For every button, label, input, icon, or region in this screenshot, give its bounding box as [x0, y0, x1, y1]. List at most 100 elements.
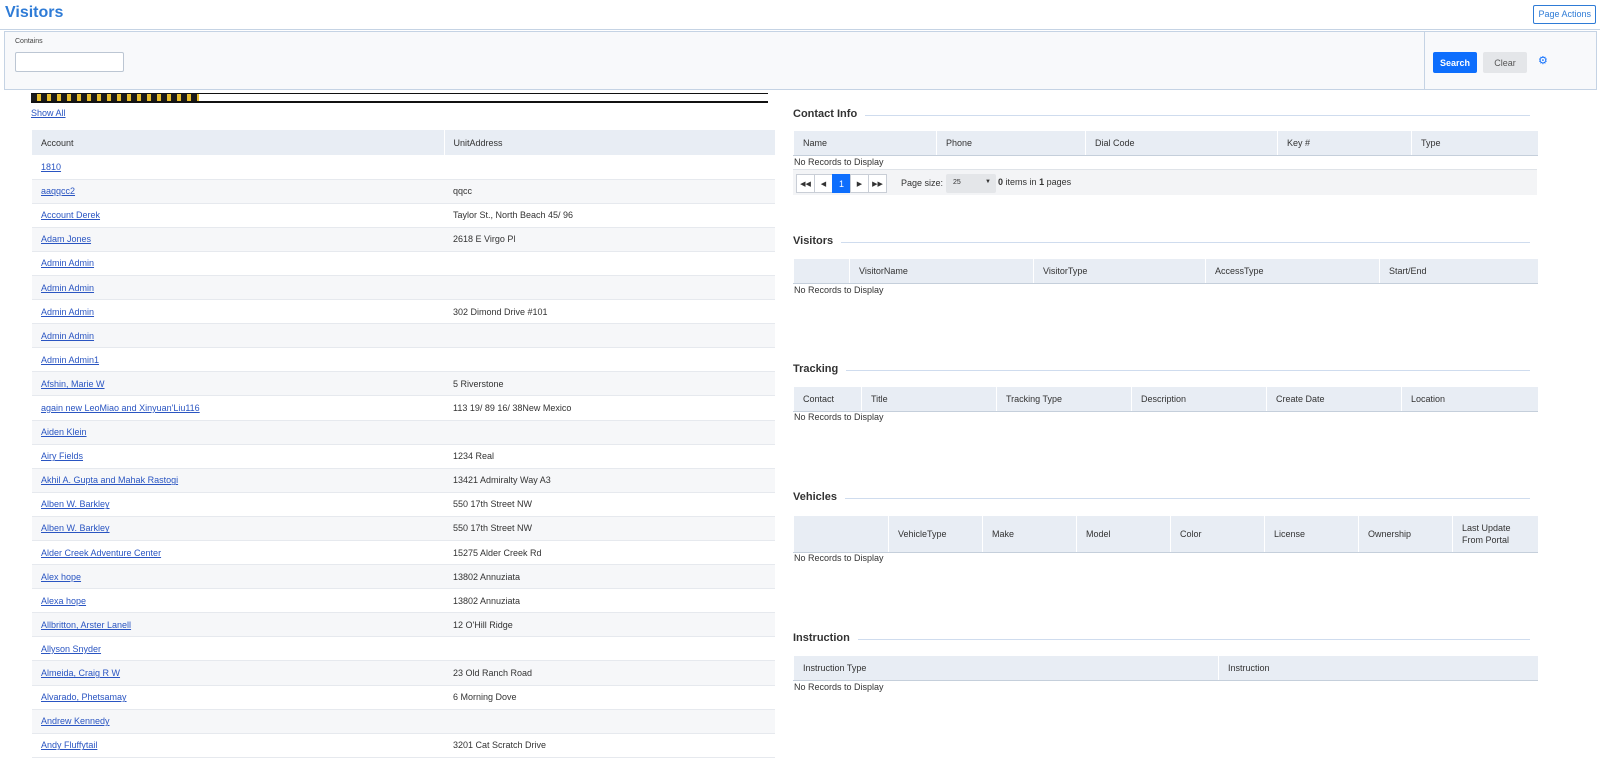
contains-input[interactable] [15, 52, 124, 72]
account-link[interactable]: Adam Jones [41, 234, 91, 244]
page-size-label: Page size: [901, 178, 944, 188]
account-link[interactable]: Alder Creek Adventure Center [41, 548, 161, 558]
column-header-ownership[interactable]: Ownership [1358, 516, 1453, 553]
next-page-icon[interactable]: ▶ [850, 174, 869, 193]
gear-icon[interactable]: ⚙ [1538, 54, 1548, 67]
account-cell: Alvarado, Phetsamay [32, 685, 444, 710]
account-link[interactable]: Andy Fluffytail [41, 740, 97, 750]
account-link[interactable]: Alben W. Barkley [41, 523, 110, 533]
column-header-license[interactable]: License [1264, 516, 1359, 553]
table-row: Admin Admin [32, 251, 775, 276]
account-cell: Alexa hope [32, 588, 444, 614]
section-rule [793, 370, 1530, 371]
table-row: Account Derek Taylor St., North Beach 45/… [32, 203, 775, 228]
column-header-title[interactable]: Title [861, 387, 997, 412]
page-actions-button[interactable]: Page Actions [1533, 5, 1596, 24]
column-header-description[interactable]: Description [1131, 387, 1267, 412]
page-size-select[interactable]: 25 ▼ [946, 174, 996, 193]
unit-address-cell: 6 Morning Dove [444, 685, 775, 710]
account-link[interactable]: 1810 [41, 162, 61, 172]
column-header-instruction[interactable]: Instruction [1218, 656, 1538, 681]
account-cell: Allyson Snyder [32, 636, 444, 662]
unit-address-cell [444, 709, 775, 734]
prev-page-icon[interactable]: ◀ [814, 174, 833, 193]
column-header-access-type[interactable]: AccessType [1205, 259, 1380, 284]
account-link[interactable]: Allbritton, Arster Lanell [41, 620, 131, 630]
unit-address-cell [444, 275, 775, 301]
section-rule [793, 639, 1530, 640]
column-header-start-end[interactable]: Start/End [1379, 259, 1538, 284]
column-header-vehicle-type[interactable]: VehicleType [888, 516, 983, 553]
account-link[interactable]: Aiden Klein [41, 427, 87, 437]
column-header-model[interactable]: Model [1076, 516, 1171, 553]
show-all-link[interactable]: Show All [31, 108, 66, 118]
account-link[interactable]: Allyson Snyder [41, 644, 101, 654]
unit-address-cell: 12 O'Hill Ridge [444, 612, 775, 638]
account-link[interactable]: Akhil A. Gupta and Mahak Rastogi [41, 475, 178, 485]
first-page-icon[interactable]: ◀◀ [796, 174, 815, 193]
column-header-dial-code[interactable]: Dial Code [1085, 131, 1278, 156]
column-header-last-update[interactable]: Last Update From Portal [1452, 516, 1538, 553]
column-header-instruction-type[interactable]: Instruction Type [793, 656, 1219, 681]
account-link[interactable]: Admin Admin [41, 307, 94, 317]
unit-address-cell [444, 636, 775, 662]
no-records-text: No Records to Display [794, 553, 884, 563]
account-link[interactable]: Airy Fields [41, 451, 83, 461]
column-header-select[interactable] [793, 259, 850, 284]
column-header-tracking-type[interactable]: Tracking Type [996, 387, 1132, 412]
column-header-make[interactable]: Make [982, 516, 1077, 553]
account-link[interactable]: Andrew Kennedy [41, 716, 110, 726]
account-cell: Admin Admin [32, 299, 444, 325]
chevron-down-icon: ▼ [985, 179, 991, 185]
unit-address-cell: 13802 Annuziata [444, 588, 775, 614]
account-link[interactable]: Alben W. Barkley [41, 499, 110, 509]
unit-address-cell: 5 Riverstone [444, 371, 775, 397]
section-rule [793, 115, 1530, 116]
last-page-icon[interactable]: ▶▶ [868, 174, 887, 193]
search-button[interactable]: Search [1433, 52, 1477, 73]
account-link[interactable]: Admin Admin [41, 283, 94, 293]
column-header-color[interactable]: Color [1170, 516, 1265, 553]
account-link[interactable]: Account Derek [41, 210, 100, 220]
column-header-create-date[interactable]: Create Date [1266, 387, 1402, 412]
column-header-type[interactable]: Type [1411, 131, 1538, 156]
tracking-table: Contact Title Tracking Type Description … [793, 387, 1538, 412]
column-header-select[interactable] [793, 516, 889, 553]
pages-text: pages [1046, 177, 1072, 187]
table-row: Admin Admin [32, 323, 775, 349]
page-count: 1 [1039, 177, 1045, 187]
unit-address-cell: 302 Dimond Drive #101 [444, 299, 775, 325]
account-cell: Afshin, Marie W [32, 371, 444, 397]
account-link[interactable]: Admin Admin1 [41, 355, 99, 365]
column-header-name[interactable]: Name [793, 131, 937, 156]
account-link[interactable]: Admin Admin [41, 331, 94, 341]
account-link[interactable]: Afshin, Marie W [41, 379, 105, 389]
items-info: 0 items in 1 pages [998, 177, 1071, 187]
unit-address-cell: 1234 Real [444, 444, 775, 469]
column-header-contact[interactable]: Contact [793, 387, 862, 412]
page-number-button[interactable]: 1 [832, 174, 851, 193]
vehicles-table: VehicleType Make Model Color License Own… [793, 516, 1538, 553]
account-link[interactable]: Almeida, Craig R W [41, 668, 120, 678]
account-cell: aaqqcc2 [32, 179, 444, 204]
table-row: Andrew Kennedy [32, 709, 775, 734]
account-link[interactable]: Alexa hope [41, 596, 86, 606]
account-link[interactable]: Alex hope [41, 572, 81, 582]
column-header-visitor-name[interactable]: VisitorName [849, 259, 1034, 284]
column-header-phone[interactable]: Phone [936, 131, 1086, 156]
column-header-location[interactable]: Location [1401, 387, 1538, 412]
column-header-unit-address[interactable]: UnitAddress [444, 130, 776, 155]
search-panel: Contains Search Clear ⚙ [4, 31, 1597, 90]
account-link[interactable]: Alvarado, Phetsamay [41, 692, 127, 702]
table-row: Alben W. Barkley 550 17th Street NW [32, 516, 775, 542]
column-header-account[interactable]: Account [32, 130, 445, 155]
table-row: aaqqcc2 qqcc [32, 179, 775, 204]
clear-button[interactable]: Clear [1483, 52, 1527, 73]
section-rule [793, 242, 1530, 243]
column-header-visitor-type[interactable]: VisitorType [1033, 259, 1206, 284]
account-link[interactable]: again new LeoMiao and Xinyuan'Liu116 [41, 403, 200, 413]
account-link[interactable]: Admin Admin [41, 258, 94, 268]
account-link[interactable]: aaqqcc2 [41, 186, 75, 196]
column-header-key[interactable]: Key # [1277, 131, 1412, 156]
account-cell: Alben W. Barkley [32, 516, 444, 542]
